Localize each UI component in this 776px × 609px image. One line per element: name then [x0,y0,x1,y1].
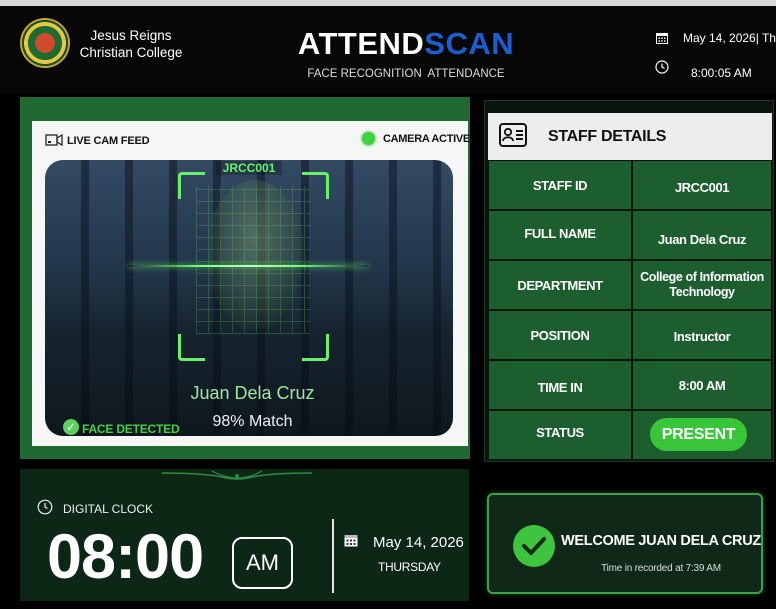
clock-icon [655,60,669,74]
welcome-message: WELCOME JUAN DELA CRUZ [561,533,761,549]
live-cam-label: LIVE CAM FEED [67,135,150,147]
clock-divider [332,519,334,593]
match-percentage: 98% Match [212,413,293,430]
clock-day: THURSDAY [378,560,441,574]
app-title: ATTENDSCAN [250,26,562,62]
staff-id-value: JRCC001 [633,161,771,209]
clock-icon [37,499,53,515]
scan-id-label: JRCC001 [216,161,282,175]
digital-clock-label: DIGITAL CLOCK [63,502,154,516]
scan-frame-corner [178,334,205,361]
time-in-recorded-message: Time in recorded at 7:39 AM [601,563,721,574]
clock-date: May 14, 2026 [373,534,464,551]
detected-name: Juan Dela Cruz [190,383,315,403]
camera-status-label: CAMERA ACTIVE [383,133,470,145]
header-time: 8:00:05 AM [691,66,752,80]
scan-frame-corner [302,334,329,361]
face-scan-grid [196,186,310,334]
school-name: Jesus Reigns Christian College [79,28,183,60]
video-camera-icon [45,133,63,147]
scan-frame-corner [178,172,205,199]
staff-details-title: STAFF DETAILS [548,128,667,145]
calendar-icon [344,535,358,547]
scan-line [128,265,368,267]
calendar-icon [656,33,668,44]
checkmark-icon [522,537,546,555]
full-name-value: Juan Dela Cruz [633,211,771,259]
scan-frame-corner [302,172,329,199]
check-circle-icon: ✓ [63,419,79,435]
header-date: May 14, 2026| Thu [683,31,776,45]
status-label: STATUS [489,411,631,459]
ornament-divider [162,470,312,480]
clock-time: 08:00 [47,522,204,592]
position-value: Instructor [633,311,771,359]
time-in-value: 8:00 AM [633,361,771,409]
department-label: DEPARTMENT [489,261,631,309]
check-circle-icon [513,525,555,567]
time-in-label: TIME IN [489,361,631,409]
full-name-label: FULL NAME [489,211,631,259]
camera-status-dot [362,132,375,145]
staff-id-label: STAFF ID [489,161,631,209]
school-logo [22,20,68,66]
am-pm-indicator: AM [232,537,293,589]
department-value: College of Information Technology [633,261,771,309]
face-detected-label: FACE DETECTED [82,422,180,436]
id-card-icon [499,123,527,147]
status-badge: PRESENT [650,418,747,451]
app-title-part2: SCAN [424,26,515,61]
app-subtitle: FACE RECOGNITION ATTENDANCE [307,68,505,80]
app-title-part1: ATTEND [297,26,425,61]
position-label: POSITION [489,311,631,359]
